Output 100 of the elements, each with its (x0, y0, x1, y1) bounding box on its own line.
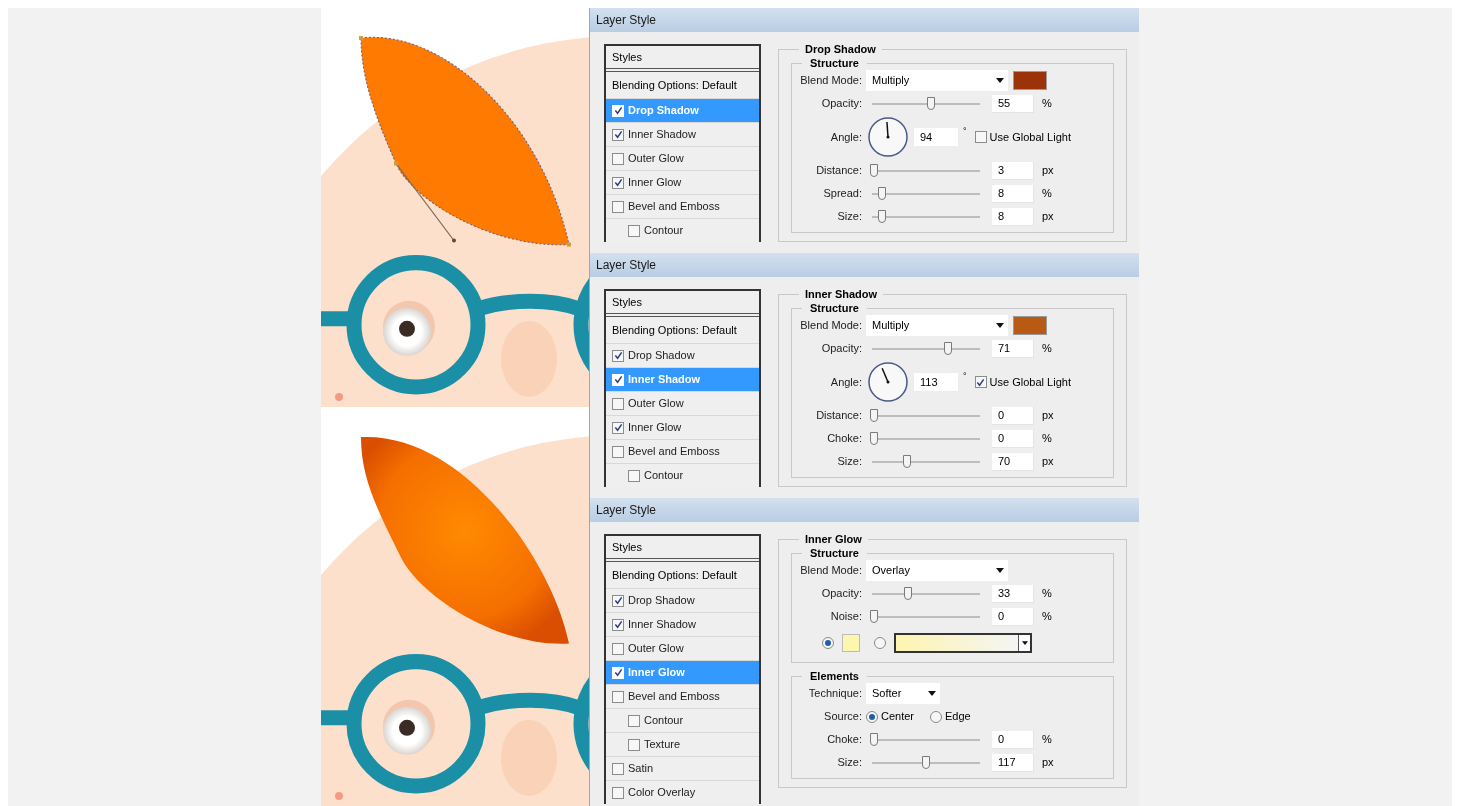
field-label: Noise: (829, 611, 863, 622)
unit-label: px (1042, 165, 1054, 176)
slider-thumb[interactable] (904, 586, 913, 600)
field-label: Source: (823, 711, 863, 722)
value-field[interactable]: 70 (992, 452, 1034, 471)
value-field[interactable]: 0 (992, 607, 1034, 626)
blending-options-item[interactable]: Blending Options: Default (606, 72, 759, 98)
checkbox[interactable] (628, 224, 640, 237)
checkbox[interactable] (612, 152, 624, 165)
checkbox[interactable] (974, 131, 987, 143)
blend-dropdown[interactable]: Multiply (866, 70, 1008, 91)
checkbox[interactable] (628, 738, 640, 751)
color-swatch[interactable] (842, 634, 860, 652)
blend-dropdown[interactable]: Overlay (866, 560, 1008, 581)
slider[interactable] (870, 341, 982, 356)
checkbox[interactable] (612, 349, 624, 362)
field-label: Distance: (815, 410, 863, 421)
field-label: Opacity: (820, 588, 863, 599)
checkbox[interactable] (612, 397, 624, 410)
slider[interactable] (870, 609, 982, 624)
value-field[interactable]: 8 (992, 207, 1034, 226)
value-field[interactable]: 0 (992, 429, 1034, 448)
caret-icon (996, 323, 1004, 328)
checkbox[interactable] (612, 200, 624, 213)
slider-thumb[interactable] (870, 431, 878, 445)
checkbox[interactable] (628, 714, 640, 727)
radio-label: Center (881, 711, 915, 722)
radio-button[interactable] (874, 637, 886, 649)
slider[interactable] (870, 186, 982, 201)
checkbox[interactable] (612, 690, 624, 703)
slider[interactable] (870, 755, 982, 770)
slider[interactable] (870, 732, 982, 747)
checkbox[interactable] (612, 445, 624, 458)
value-field[interactable]: 71 (992, 339, 1034, 358)
value-field[interactable]: 55 (992, 94, 1034, 113)
window-title: Layer Style (590, 253, 1139, 277)
slider[interactable] (870, 163, 982, 178)
slider-thumb[interactable] (870, 732, 878, 746)
slider-thumb[interactable] (870, 408, 878, 422)
field-label: Size: (836, 757, 863, 768)
unit-label: % (1042, 588, 1052, 599)
checkbox-label: Use Global Light (989, 131, 1071, 143)
angle-dial[interactable] (868, 362, 908, 402)
checkbox[interactable] (612, 594, 624, 607)
degree-label: ° (963, 127, 967, 136)
checkbox[interactable] (612, 618, 624, 631)
blending-options-item[interactable]: Blending Options: Default (606, 562, 759, 588)
radio-button[interactable] (822, 637, 834, 649)
slider-thumb[interactable] (903, 454, 912, 468)
slider-thumb[interactable] (943, 341, 952, 355)
checkbox[interactable] (612, 642, 624, 655)
value-field[interactable]: 3 (992, 161, 1034, 180)
list-header: Styles (606, 536, 759, 562)
group-title: Elements (809, 671, 860, 682)
checkbox[interactable] (974, 376, 987, 388)
checkbox[interactable] (612, 128, 624, 141)
slider[interactable] (870, 96, 982, 111)
blending-options-item[interactable]: Blending Options: Default (606, 317, 759, 343)
slider-thumb[interactable] (922, 755, 930, 769)
color-swatch[interactable] (1013, 316, 1047, 335)
slider[interactable] (870, 209, 982, 224)
radio-button[interactable] (866, 710, 878, 723)
field-label: Blend Mode: (799, 75, 863, 86)
unit-label: % (1042, 98, 1052, 109)
gradient-picker[interactable] (894, 633, 1032, 653)
group-title: Structure (809, 58, 860, 69)
value-field[interactable]: 0 (992, 406, 1034, 425)
value-field[interactable]: 0 (992, 730, 1034, 749)
value-field[interactable]: 33 (992, 584, 1034, 603)
slider[interactable] (870, 408, 982, 423)
field-label: Technique: (807, 688, 863, 699)
slider[interactable] (870, 586, 982, 601)
check-icon (613, 351, 623, 360)
value-field[interactable]: 8 (992, 184, 1034, 203)
unit-label: % (1042, 611, 1052, 622)
checkbox[interactable] (612, 176, 624, 189)
blend-dropdown[interactable]: Multiply (866, 315, 1008, 336)
checkbox[interactable] (612, 421, 624, 434)
blend-dropdown[interactable]: Softer (866, 683, 940, 704)
slider-thumb[interactable] (870, 163, 878, 177)
slider-thumb[interactable] (870, 609, 878, 623)
window-title: Layer Style (590, 498, 1139, 522)
radio-button[interactable] (930, 710, 943, 723)
slider-thumb[interactable] (927, 96, 936, 110)
color-swatch[interactable] (1013, 71, 1047, 90)
slider-thumb[interactable] (878, 186, 887, 200)
field-label: Blend Mode: (799, 320, 863, 331)
angle-dial[interactable] (868, 117, 908, 157)
slider-thumb[interactable] (878, 209, 887, 223)
checkbox[interactable] (612, 786, 624, 799)
check-icon (613, 620, 623, 629)
slider[interactable] (870, 431, 982, 446)
caret-icon (928, 691, 936, 696)
value-field[interactable]: 113 (914, 373, 958, 391)
checkbox[interactable] (612, 762, 624, 775)
checkbox[interactable] (628, 469, 640, 482)
list-header: Styles (606, 291, 759, 317)
value-field[interactable]: 117 (992, 753, 1034, 772)
value-field[interactable]: 94 (914, 128, 958, 146)
slider[interactable] (870, 454, 982, 469)
